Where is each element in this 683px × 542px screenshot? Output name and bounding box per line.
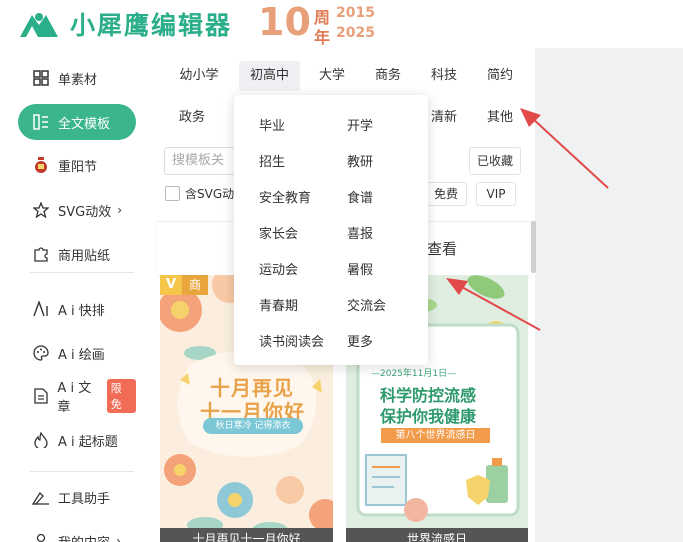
- annotation-arrows: [446, 108, 609, 331]
